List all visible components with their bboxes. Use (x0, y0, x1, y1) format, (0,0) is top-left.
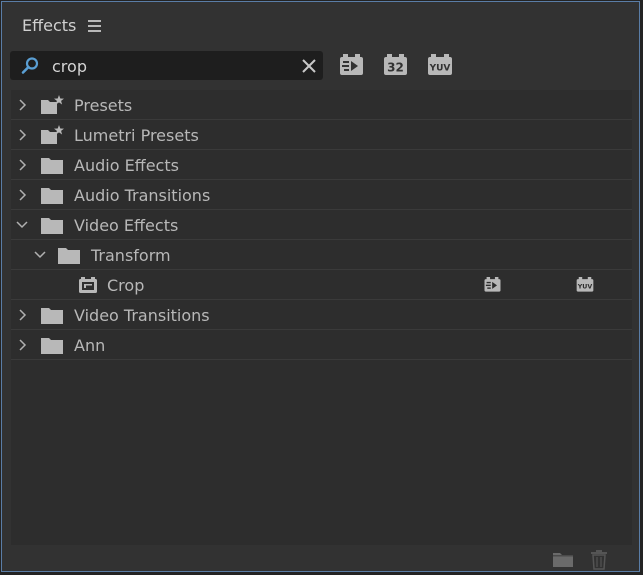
panel-footer (2, 545, 639, 573)
new-bin-icon[interactable] (552, 550, 574, 568)
folder-icon (41, 308, 63, 324)
search-icon (21, 57, 39, 74)
close-icon[interactable] (301, 58, 317, 74)
tree-item-video-effects[interactable]: Video Effects (11, 210, 632, 240)
tree-item-crop[interactable]: Crop YUV (11, 270, 632, 300)
chevron-down-icon[interactable] (34, 249, 46, 259)
tree-item-label: Crop (107, 276, 145, 295)
effects-panel: Effects 32 (1, 1, 640, 572)
tree-item-audio-effects[interactable]: Audio Effects (11, 150, 632, 180)
panel-title[interactable]: Effects (22, 16, 76, 35)
32-bit-label: 32 (387, 61, 404, 75)
chevron-right-icon[interactable] (17, 99, 27, 111)
folder-icon (41, 218, 63, 234)
effects-tree: Presets Lumetri Presets Audio Effects Au… (11, 90, 632, 545)
tree-item-label: Ann (74, 336, 106, 355)
panel-header: Effects (2, 2, 639, 46)
tree-item-label: Lumetri Presets (74, 126, 199, 145)
chevron-right-icon[interactable] (17, 309, 27, 321)
search-input[interactable] (50, 55, 294, 78)
chevron-right-icon[interactable] (17, 159, 27, 171)
search-box[interactable] (10, 51, 323, 80)
chevron-right-icon[interactable] (17, 129, 27, 141)
chevron-right-icon[interactable] (17, 189, 27, 201)
folder-icon (41, 158, 63, 174)
folder-icon (41, 338, 63, 354)
32-bit-color-button[interactable]: 32 (383, 54, 408, 78)
tree-item-label: Transform (91, 246, 171, 265)
accelerated-effects-icon (340, 54, 363, 75)
preset-folder-icon (41, 125, 64, 144)
tree-item-label: Video Transitions (74, 306, 210, 325)
tree-item-label: Audio Effects (74, 156, 179, 175)
yuv-icon: YUV (576, 277, 594, 292)
tree-item-presets[interactable]: Presets (11, 90, 632, 120)
yuv-effects-button[interactable]: YUV (427, 54, 453, 78)
32-bit-icon: 32 (384, 54, 407, 75)
trash-icon[interactable] (590, 550, 608, 570)
accelerated-effects-button[interactable] (339, 54, 364, 78)
chevron-right-icon[interactable] (17, 339, 27, 351)
tree-item-label: Presets (74, 96, 133, 115)
accelerated-effects-icon (484, 277, 501, 292)
tree-item-ann[interactable]: Ann (11, 330, 632, 360)
yuv-badge-label: YUV (577, 283, 593, 290)
effect-icon (79, 277, 97, 293)
tree-item-transform[interactable]: Transform (11, 240, 632, 270)
tree-item-lumetri-presets[interactable]: Lumetri Presets (11, 120, 632, 150)
preset-folder-icon (41, 95, 64, 114)
yuv-icon: YUV (428, 54, 452, 75)
folder-icon (41, 188, 63, 204)
hamburger-menu-icon[interactable] (88, 20, 101, 32)
tree-item-label: Video Effects (74, 216, 179, 235)
tree-item-label: Audio Transitions (74, 186, 211, 205)
tree-item-video-transitions[interactable]: Video Transitions (11, 300, 632, 330)
folder-icon (58, 248, 80, 264)
tree-item-audio-transitions[interactable]: Audio Transitions (11, 180, 632, 210)
chevron-down-icon[interactable] (16, 219, 28, 229)
yuv-label: YUV (429, 64, 451, 74)
